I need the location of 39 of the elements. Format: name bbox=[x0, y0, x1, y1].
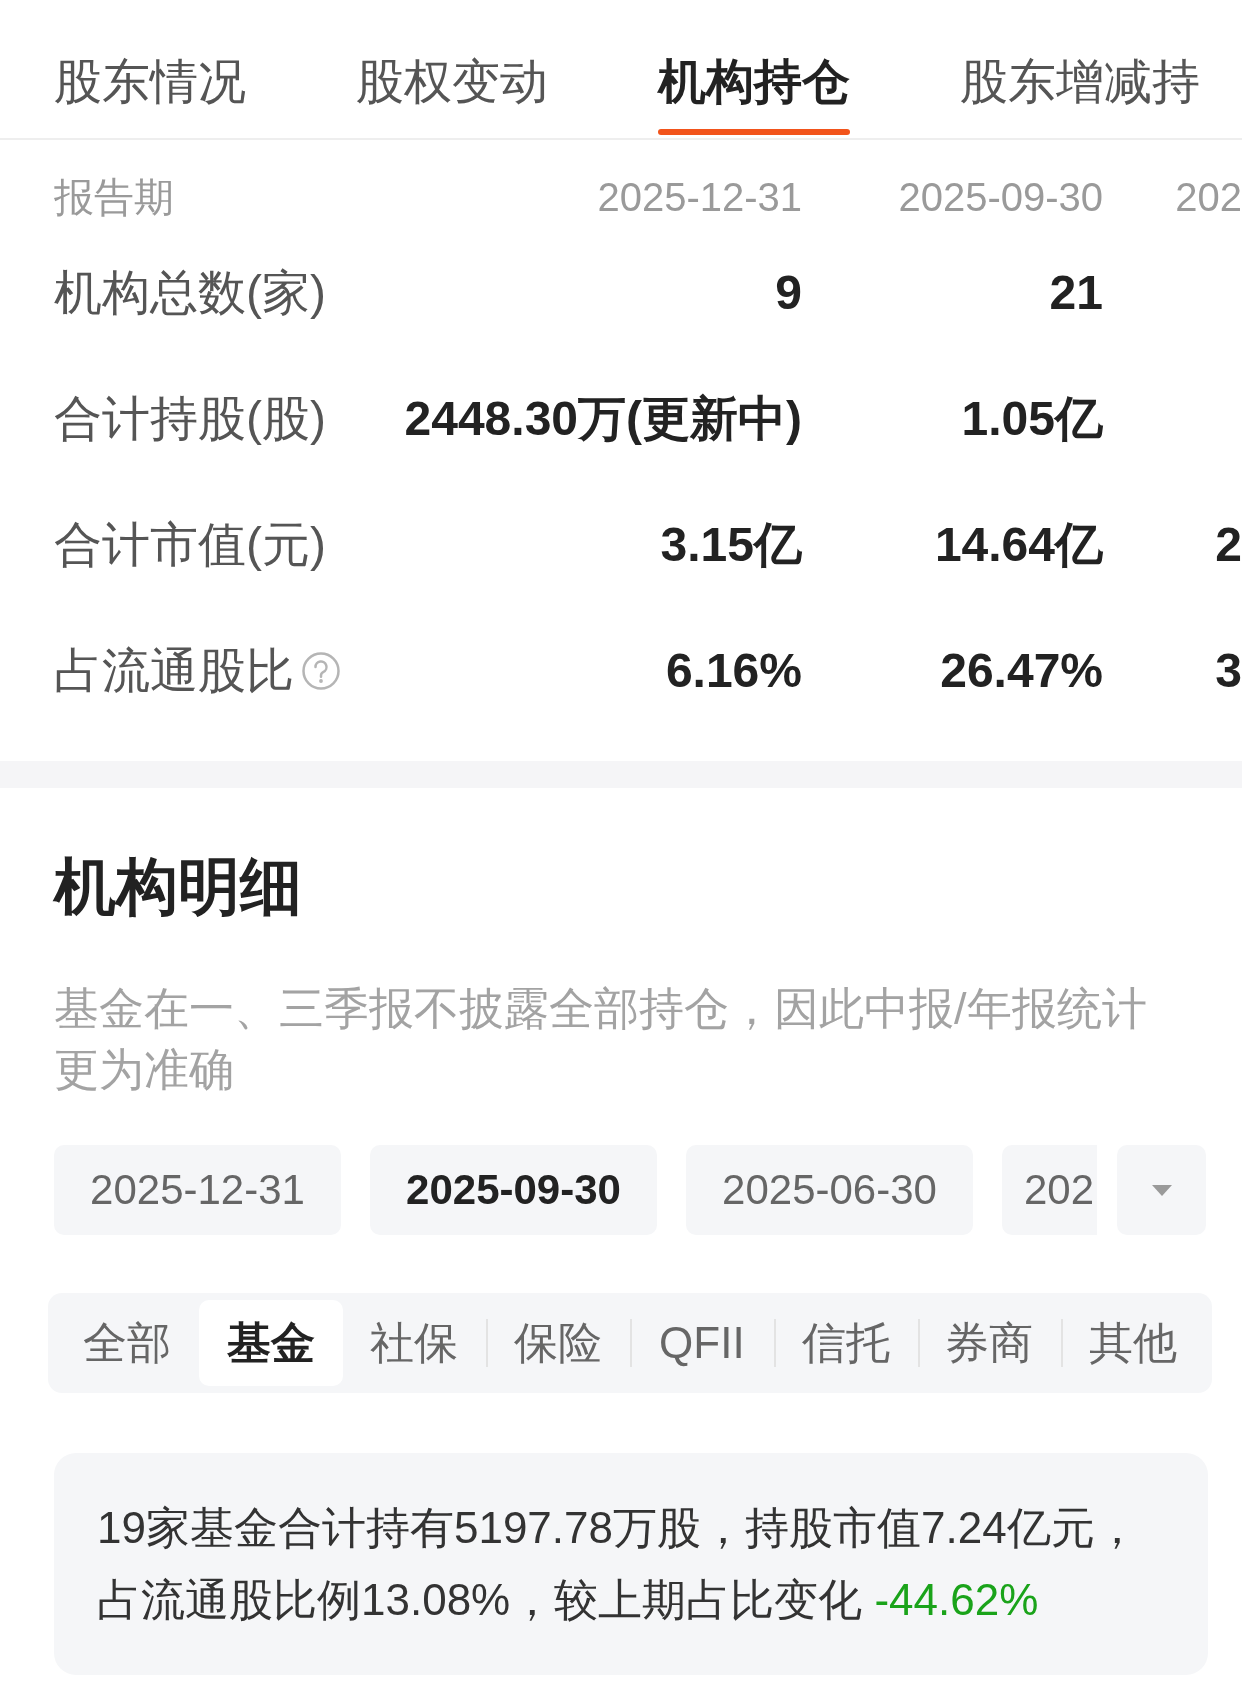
table-cell: 2 bbox=[1215, 517, 1242, 573]
category-tab[interactable]: QFII bbox=[630, 1300, 774, 1386]
period-chip[interactable]: 2025-06-30 bbox=[686, 1145, 973, 1235]
help-icon[interactable] bbox=[302, 652, 340, 690]
period-chip[interactable]: 2025-12-31 bbox=[54, 1145, 341, 1235]
summary-text: 19家基金合计持有5197.78万股，持股市值7.24亿元，占流通股比例13.08%，较上期占比变化 -44.62% bbox=[97, 1502, 1140, 1626]
category-tab[interactable]: 全部 bbox=[55, 1300, 199, 1386]
caret-icon bbox=[1151, 1184, 1172, 1196]
row-label: 合计市值(元) bbox=[54, 517, 326, 573]
table-cell: 2448.30万(更新中) bbox=[404, 391, 802, 447]
column-header: 报告期 bbox=[54, 174, 174, 221]
table-cell: 14.64亿 bbox=[934, 517, 1103, 573]
table-cell: 6.16% bbox=[665, 643, 802, 699]
table-cell: 3 bbox=[1215, 643, 1242, 699]
note-text: 基金在一、三季报不披露全部持仓，因此中报/年报统计更为准确 bbox=[54, 982, 1148, 1097]
row-label: 占流通股比 bbox=[54, 643, 294, 699]
tab[interactable]: 股东增减持 bbox=[960, 58, 1200, 106]
category-tab[interactable]: 信托 bbox=[773, 1300, 918, 1386]
row-label: 机构总数(家) bbox=[54, 265, 326, 321]
tab[interactable]: 股东情况 bbox=[54, 58, 246, 106]
tab[interactable]: 机构持仓 bbox=[658, 58, 850, 106]
table-cell: 3.15亿 bbox=[660, 517, 802, 573]
category-tab[interactable]: 社保 bbox=[342, 1300, 487, 1386]
category-tab[interactable]: 其他 bbox=[1061, 1300, 1205, 1386]
category-tab[interactable]: 保险 bbox=[486, 1300, 630, 1386]
category-tab[interactable]: 基金 bbox=[198, 1300, 343, 1386]
column-header: 202 bbox=[1175, 174, 1242, 221]
period-chip[interactable]: 2025-09-30 bbox=[370, 1145, 657, 1235]
section-title: 机构明细 bbox=[54, 856, 302, 918]
table-cell: 26.47% bbox=[940, 643, 1103, 699]
column-header: 2025-09-30 bbox=[898, 174, 1103, 221]
table-cell: 9 bbox=[775, 265, 802, 321]
table-cell: 1.05亿 bbox=[961, 391, 1103, 447]
row-label: 合计持股(股) bbox=[54, 391, 326, 447]
column-header: 2025-12-31 bbox=[597, 174, 802, 221]
period-chip[interactable]: 202 bbox=[1002, 1145, 1097, 1235]
category-tab[interactable]: 券商 bbox=[917, 1300, 1062, 1386]
tab[interactable]: 股权变动 bbox=[356, 58, 548, 106]
table-cell: 21 bbox=[1049, 265, 1103, 321]
